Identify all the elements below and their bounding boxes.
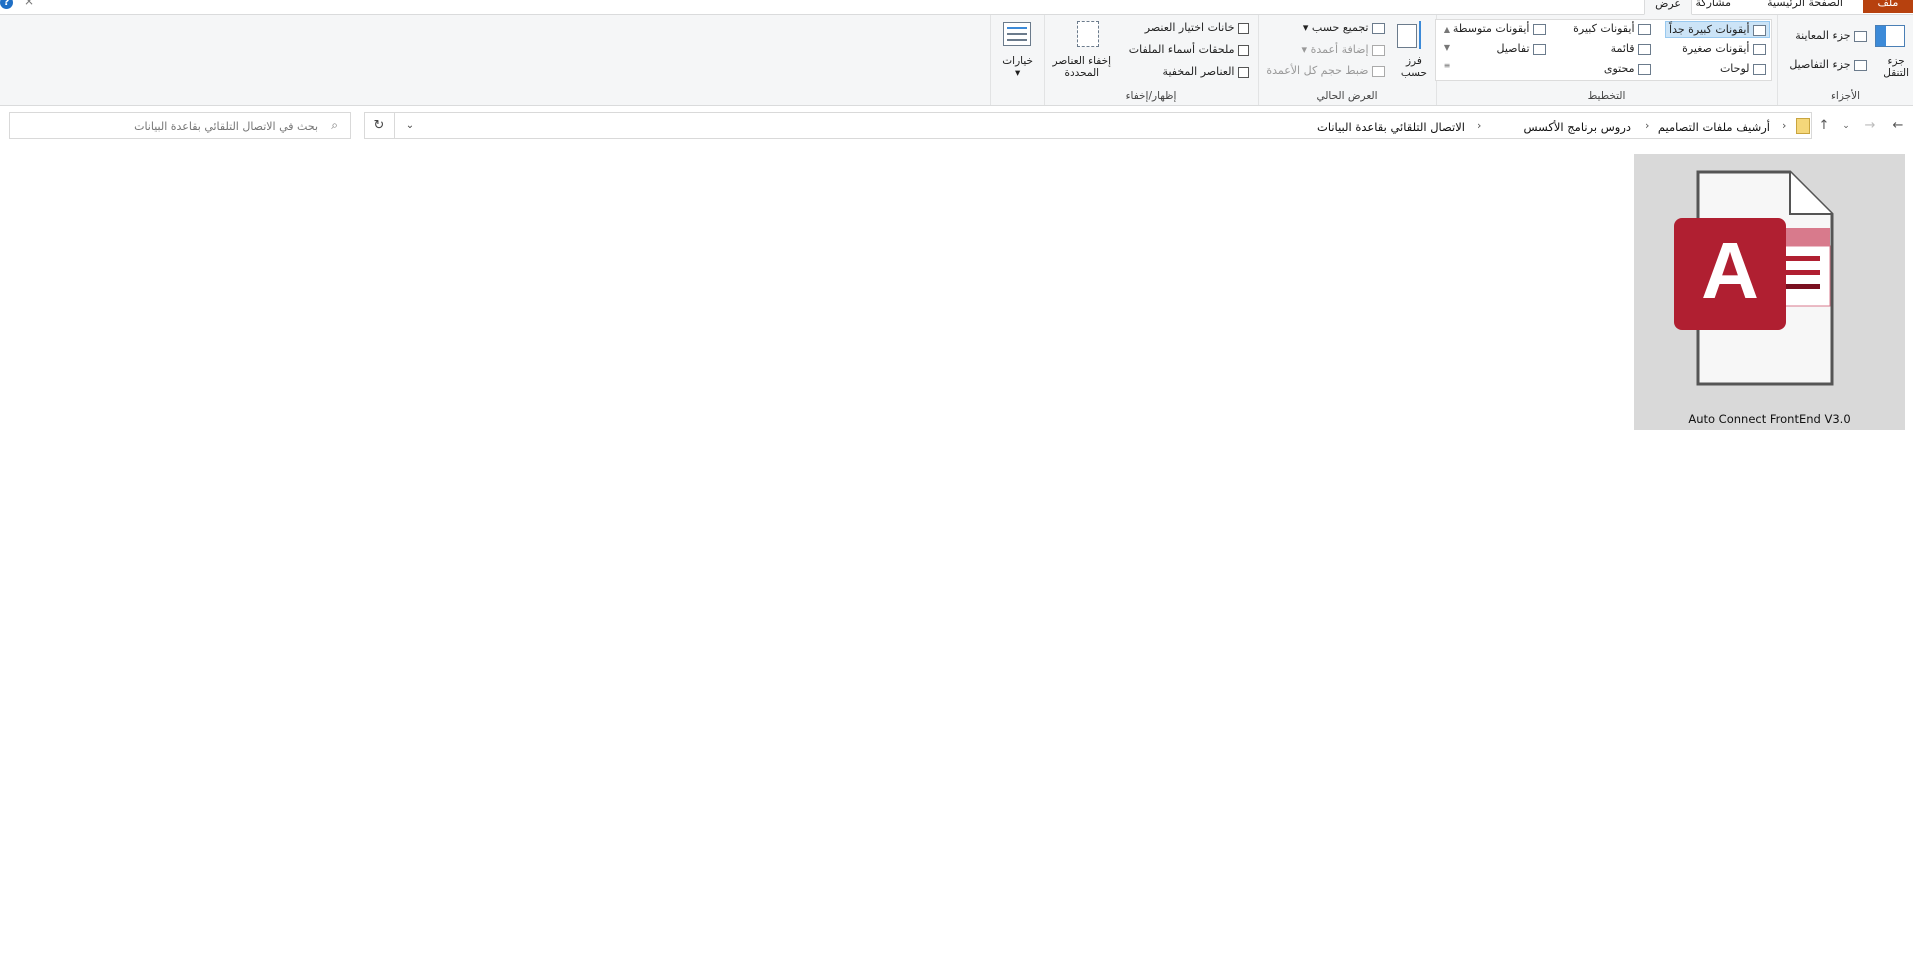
extra-large-icons-label: أيقونات كبيرة جداً — [1669, 23, 1750, 36]
show-hide-group: خانات اختيار العنصر ملحقات أسماء الملفات… — [1044, 15, 1257, 105]
forward-arrow-icon[interactable]: → — [1861, 117, 1879, 135]
breadcrumb-item-access-lessons[interactable]: دروس برنامج الأكسس — [1523, 120, 1631, 134]
search-input[interactable] — [26, 117, 320, 136]
panes-group: جزء التنقل جزء المعاينة جزء التفاصيل الأ… — [1777, 15, 1913, 105]
layout-list[interactable]: قائمة — [1611, 42, 1651, 55]
content-icon — [1638, 63, 1651, 75]
help-icon[interactable]: ? — [0, 0, 13, 9]
size-all-columns-button[interactable]: ضبط حجم كل الأعمدة — [1266, 64, 1385, 77]
refresh-icon[interactable]: ↻ — [364, 112, 395, 139]
recent-locations-chevron-icon[interactable]: ⌄ — [1837, 117, 1855, 135]
file-list-area: A Auto Connect FrontEnd V3.0 — [0, 145, 1913, 973]
file-item[interactable]: A Auto Connect FrontEnd V3.0 — [1634, 154, 1905, 430]
item-checkboxes-checkbox[interactable] — [1238, 22, 1249, 34]
preview-pane-label: جزء المعاينة — [1795, 29, 1851, 42]
navigation-pane-button[interactable]: جزء التنقل — [1883, 55, 1909, 79]
breadcrumb-separator[interactable]: › — [1645, 119, 1649, 132]
preview-pane-button[interactable]: جزء المعاينة — [1795, 29, 1867, 42]
details-pane-label: جزء التفاصيل — [1789, 58, 1851, 71]
group-by-label: تجميع حسب — [1311, 21, 1369, 34]
breadcrumb-separator[interactable]: › — [1477, 119, 1481, 132]
address-row: ← → ⌄ ↑ ↻ ⌄ › أرشيف ملفات التصاميم › درو… — [0, 109, 1913, 143]
preview-pane-icon — [1854, 30, 1867, 42]
file-name-extensions-toggle[interactable]: ملحقات أسماء الملفات — [1129, 43, 1249, 56]
large-icons-icon — [1638, 23, 1651, 35]
close-icon[interactable]: × — [24, 0, 34, 8]
hidden-items-toggle[interactable]: العناصر المخفية — [1163, 65, 1249, 78]
medium-icons-label: أيقونات متوسطة — [1452, 22, 1530, 35]
hidden-items-checkbox[interactable] — [1238, 66, 1249, 78]
ribbon-tab-strip: ? × ملف الصفحة الرئيسية مشاركة عرض — [0, 0, 1913, 15]
navigation-pane-icon — [1875, 25, 1905, 47]
hide-selected-items-icon — [1077, 21, 1099, 47]
item-checkboxes-label: خانات اختيار العنصر — [1144, 21, 1235, 34]
search-box[interactable]: ⌕ — [9, 112, 351, 139]
list-label: قائمة — [1610, 42, 1635, 55]
current-view-group-label: العرض الحالي — [1316, 90, 1378, 102]
layout-content[interactable]: محتوى — [1604, 62, 1651, 75]
size-all-columns-icon — [1372, 65, 1385, 77]
tiles-label: لوحات — [1719, 62, 1750, 75]
file-name: Auto Connect FrontEnd V3.0 — [1688, 412, 1851, 426]
file-name-extensions-label: ملحقات أسماء الملفات — [1128, 43, 1235, 56]
details-icon — [1533, 43, 1546, 55]
search-icon: ⌕ — [331, 118, 338, 132]
list-icon — [1638, 43, 1651, 55]
tab-home[interactable]: الصفحة الرئيسية — [1757, 0, 1853, 13]
small-icons-icon — [1753, 43, 1766, 55]
back-arrow-icon[interactable]: ← — [1889, 117, 1907, 135]
access-database-icon: A — [1674, 170, 1834, 386]
tiles-icon — [1753, 63, 1766, 75]
folder-icon — [1796, 118, 1810, 134]
hide-selected-items-button[interactable]: إخفاء العناصر المحددة — [1053, 55, 1111, 79]
layout-small-icons[interactable]: أيقونات صغيرة — [1682, 42, 1766, 55]
show-hide-group-label: إظهار/إخفاء — [1125, 90, 1177, 102]
tab-share[interactable]: مشاركة — [1685, 0, 1741, 13]
file-name-extensions-checkbox[interactable] — [1238, 44, 1249, 56]
breadcrumb-item-design-archive[interactable]: أرشيف ملفات التصاميم — [1658, 120, 1770, 134]
options-group: خيارات ▾ — [990, 15, 1043, 105]
layout-gallery-scroll[interactable]: ▲ ▼ ≡ — [1441, 21, 1453, 77]
access-app-letter: A — [1701, 226, 1759, 315]
layout-group-label: التخطيط — [1587, 90, 1626, 102]
options-button[interactable]: خيارات ▾ — [1002, 55, 1033, 79]
add-columns-icon — [1372, 44, 1385, 56]
layout-group: أيقونات كبيرة جداً أيقونات كبيرة أيقونات… — [1435, 15, 1776, 105]
layout-details[interactable]: تفاصيل — [1497, 42, 1546, 55]
layout-extra-large-icons[interactable]: أيقونات كبيرة جداً — [1665, 21, 1770, 38]
layout-medium-icons[interactable]: أيقونات متوسطة — [1453, 22, 1546, 35]
tab-file[interactable]: ملف — [1863, 0, 1913, 13]
address-dropdown-chevron-icon[interactable]: ⌄ — [395, 112, 425, 139]
panes-group-label: الأجزاء — [1830, 90, 1861, 102]
large-icons-label: أيقونات كبيرة — [1573, 22, 1635, 35]
ribbon: جزء التنقل جزء المعاينة جزء التفاصيل الأ… — [0, 15, 1913, 106]
add-columns-button[interactable]: إضافة أعمدة ▾ — [1302, 43, 1385, 56]
small-icons-label: أيقونات صغيرة — [1682, 42, 1750, 55]
tab-view[interactable]: عرض — [1644, 0, 1692, 15]
medium-icons-icon — [1533, 23, 1546, 35]
sort-by-icon — [1397, 21, 1423, 49]
options-label: خيارات — [1002, 55, 1033, 67]
details-label: تفاصيل — [1496, 42, 1530, 55]
group-by-icon — [1372, 22, 1385, 34]
details-pane-button[interactable]: جزء التفاصيل — [1789, 58, 1867, 71]
current-view-group: فرز حسب تجميع حسب ▾ إضافة أعمدة ▾ ضبط حج… — [1258, 15, 1435, 105]
hidden-items-label: العناصر المخفية — [1162, 65, 1235, 78]
extra-large-icons-icon — [1753, 24, 1766, 36]
content-label: محتوى — [1603, 62, 1635, 75]
breadcrumb-separator[interactable]: › — [1782, 119, 1786, 132]
layout-tiles[interactable]: لوحات — [1720, 62, 1766, 75]
details-pane-icon — [1854, 59, 1867, 71]
group-by-button[interactable]: تجميع حسب ▾ — [1303, 21, 1385, 34]
options-icon — [1003, 22, 1031, 46]
size-all-columns-label: ضبط حجم كل الأعمدة — [1266, 64, 1369, 77]
layout-large-icons[interactable]: أيقونات كبيرة — [1573, 22, 1651, 35]
sort-by-button[interactable]: فرز حسب — [1401, 55, 1427, 79]
item-checkboxes-toggle[interactable]: خانات اختيار العنصر — [1145, 21, 1249, 34]
up-arrow-icon[interactable]: ↑ — [1815, 117, 1833, 135]
add-columns-label: إضافة أعمدة — [1310, 43, 1369, 56]
address-bar[interactable]: ↻ ⌄ › أرشيف ملفات التصاميم › دروس برنامج… — [364, 112, 1812, 139]
breadcrumb-item-auto-connect[interactable]: الاتصال التلقائي بقاعدة البيانات — [1317, 120, 1465, 134]
